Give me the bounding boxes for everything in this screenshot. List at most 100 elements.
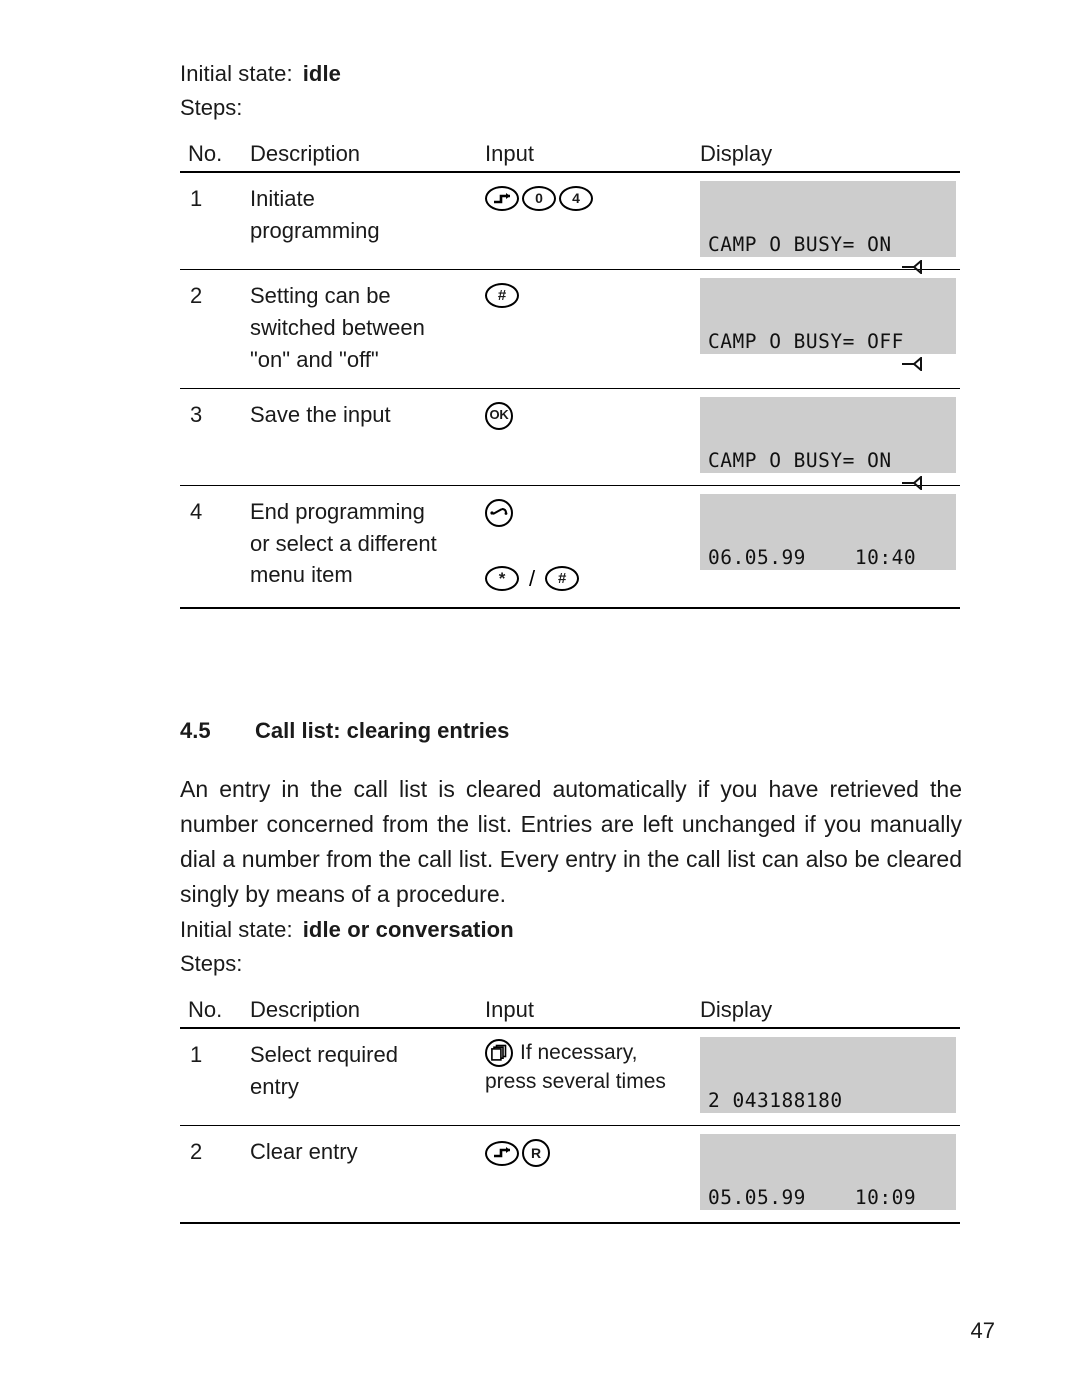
step-input: 0 4 (485, 172, 700, 270)
key-0[interactable]: 0 (522, 186, 556, 211)
lcd-display: 05.05.99 10:09 (700, 1134, 956, 1210)
step-number: 2 (180, 1125, 250, 1224)
column-header-input: Input (485, 997, 700, 1029)
procedure-table-b: No. Description Input Display 1 Select r… (180, 997, 960, 1224)
column-header-input: Input (485, 141, 700, 173)
input-note-row: If necessary, (485, 1038, 700, 1067)
table-header-row: No. Description Input Display (180, 997, 960, 1029)
step-input: * / # (485, 485, 700, 609)
key-sequence: 0 4 (485, 186, 700, 211)
step-description: Clear entry (250, 1125, 485, 1224)
column-header-description: Description (250, 997, 485, 1029)
table-header-row: No. Description Input Display (180, 141, 960, 173)
step-input: If necessary, press several times (485, 1028, 700, 1126)
key-hash[interactable]: # (485, 283, 519, 308)
description-line: Clear entry (250, 1139, 358, 1164)
initial-state-value: idle or conversation (302, 917, 514, 942)
program-key-icon[interactable] (485, 1140, 519, 1166)
program-key-icon[interactable] (485, 186, 519, 211)
table-row: 2 Setting can be switched between "on" a… (180, 269, 960, 422)
description-line: Initiate (250, 186, 315, 211)
lcd-display: 2 043188180 04.05. 10:35 >2 (700, 1037, 956, 1181)
step-display: 06.05.99 10:40 (700, 485, 960, 609)
description-line: End programming (250, 498, 425, 524)
repeat-key-icon[interactable] (485, 1038, 513, 1067)
description-line: switched between (250, 314, 425, 340)
key-sequence: * / # (485, 498, 700, 595)
step-input: R (485, 1125, 700, 1224)
column-header-display: Display (700, 141, 960, 173)
description-line: or select a different (250, 530, 437, 556)
page-number: 47 (970, 1318, 995, 1343)
column-header-no: No. (180, 141, 250, 173)
description-line: "on" and "off" (250, 346, 379, 372)
lcd-display: 06.05.99 10:40 (700, 493, 956, 570)
hookswitch-key-icon[interactable] (485, 498, 513, 527)
separator-slash: / (529, 565, 536, 591)
initial-state-label: Initial state: (180, 61, 293, 86)
step-description: Initiate programming (250, 172, 485, 270)
lcd-display: CAMP O BUSY= ON <* OK #> (700, 396, 956, 541)
description-line: entry (250, 1073, 299, 1099)
step-input: # (485, 269, 700, 389)
lcd-display: CAMP O BUSY= ON # = OFF (700, 181, 956, 325)
lcd-line-1: 2 043188180 (708, 1089, 843, 1112)
hash-key-icon[interactable]: # (545, 566, 580, 592)
step-description: Setting can be switched between "on" and… (250, 269, 485, 389)
section-number: 4.5 (180, 718, 211, 743)
table-row: 3 Save the input OK CAMP O BUSY= ON <* O… (180, 388, 960, 541)
step-number: 3 (180, 388, 250, 486)
star-key-icon[interactable]: * (485, 566, 519, 592)
steps-label-a: Steps: (180, 95, 243, 120)
step-number: 4 (180, 485, 250, 609)
input-note-line-2: press several times (485, 1070, 666, 1094)
input-note: If necessary, press several times (485, 1038, 700, 1097)
step-display: CAMP O BUSY= OFF # = ON (700, 269, 960, 422)
input-note-line-1: If necessary, (520, 1041, 638, 1064)
column-header-display: Display (700, 997, 960, 1029)
section-heading-45: 4.5 Call list: clearing entries (180, 718, 509, 744)
step-number: 2 (180, 269, 250, 389)
r-key-icon[interactable]: R (522, 1139, 550, 1167)
column-header-description: Description (250, 141, 485, 173)
step-description: Select required entry (250, 1028, 485, 1126)
initial-state-value: idle (302, 61, 341, 86)
table-row: 1 Initiate programming 0 4 CAMP O BUSY= … (180, 172, 960, 325)
enter-arrow-icon (730, 330, 927, 399)
step-number: 1 (180, 1028, 250, 1126)
step-input: OK (485, 388, 700, 486)
step-display: CAMP O BUSY= ON # = OFF (700, 172, 960, 325)
description-line: Select required (250, 1042, 398, 1067)
section-title: Call list: clearing entries (255, 718, 510, 743)
table-row: 1 Select required entry If necessary, pr… (180, 1028, 960, 1181)
initial-state-label: Initial state: (180, 917, 293, 942)
lcd-display: CAMP O BUSY= OFF # = ON (700, 278, 956, 422)
table-row: 4 End programming or select a different … (180, 485, 960, 609)
description-line: programming (250, 217, 380, 243)
step-display: 05.05.99 10:09 (700, 1125, 960, 1224)
key-sequence: R (485, 1139, 700, 1167)
initial-state-a: Initial state: idle (180, 61, 341, 87)
key-sequence-row (485, 498, 513, 527)
section-paragraph: An entry in the call list is cleared aut… (180, 776, 962, 907)
key-sequence: # (485, 283, 700, 308)
lcd-line-1: 05.05.99 10:09 (708, 1186, 917, 1209)
step-display: 2 043188180 04.05. 10:35 >2 (700, 1028, 960, 1181)
document-page: Initial state: idle Steps: No. Descriptio… (0, 0, 1080, 1397)
initial-state-b: Initial state: idle or conversation (180, 917, 514, 943)
procedure-table-a: No. Description Input Display 1 Initiate… (180, 141, 960, 609)
ok-key-icon[interactable]: OK (485, 401, 513, 430)
column-header-no: No. (180, 997, 250, 1029)
lcd-line-1: 06.05.99 10:40 (708, 545, 917, 569)
step-description: End programming or select a different me… (250, 485, 485, 609)
description-line: Save the input (250, 401, 391, 427)
steps-label-b: Steps: (180, 951, 243, 976)
table-row: 2 Clear entry R 05.05.99 10:09 (180, 1125, 960, 1224)
description-line: menu item (250, 562, 353, 588)
step-display: CAMP O BUSY= ON <* OK #> (700, 388, 960, 541)
key-4[interactable]: 4 (559, 186, 593, 211)
step-description: Save the input (250, 388, 485, 486)
key-sequence-row: * / # (485, 563, 580, 595)
step-number: 1 (180, 172, 250, 270)
description-line: Setting can be (250, 283, 391, 308)
